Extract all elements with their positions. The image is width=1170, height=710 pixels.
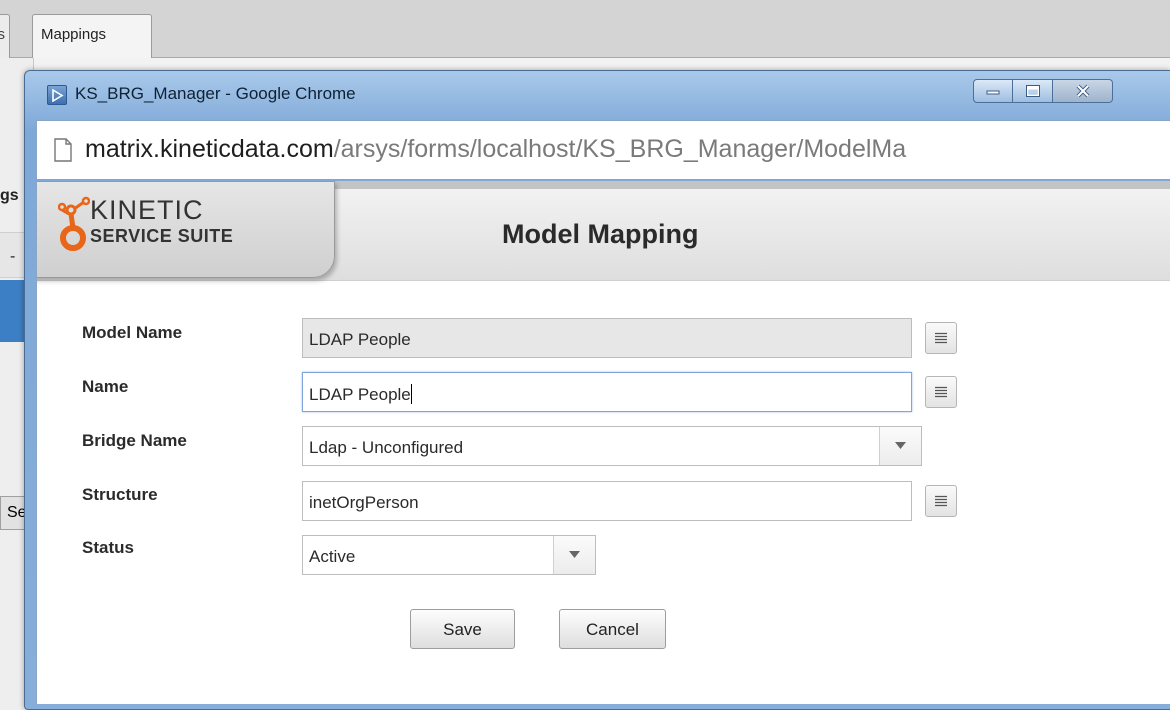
ks-header: KINETIC SERVICE SUITE Model Mapping (37, 181, 1170, 281)
background-tab-bar: s Mappings (0, 0, 1170, 58)
name-value: LDAP People (309, 385, 411, 404)
maximize-button[interactable] (1013, 79, 1053, 103)
status-selected: Active (309, 547, 356, 566)
name-menu-button[interactable] (925, 376, 957, 408)
app-icon (47, 85, 67, 105)
close-button[interactable] (1053, 79, 1113, 103)
url-path: /arsys/forms/localhost/KS_BRG_Manager/Mo… (333, 135, 907, 163)
menu-lines-icon (935, 386, 947, 398)
minimize-button[interactable] (973, 79, 1013, 103)
model-name-label: Model Name (82, 323, 183, 342)
name-field[interactable]: LDAP People (302, 372, 912, 412)
cancel-button[interactable]: Cancel (559, 609, 666, 649)
bridge-name-dropdown-arrow[interactable] (879, 427, 921, 465)
background-tab-mappings[interactable]: Mappings (32, 14, 152, 58)
url-domain: matrix.kineticdata.com (85, 135, 334, 163)
status-label: Status (82, 538, 134, 557)
page-icon (53, 138, 73, 167)
status-select[interactable]: Active (302, 535, 596, 575)
background-tab-previous-label: s (0, 26, 5, 43)
chevron-down-icon (569, 551, 580, 558)
kinetic-logo-icon (58, 196, 90, 251)
bridge-name-label: Bridge Name (82, 431, 187, 450)
url-text: matrix.kineticdata.com/arsys/forms/local… (85, 135, 906, 164)
bridge-name-selected: Ldap - Unconfigured (309, 438, 464, 457)
model-name-field[interactable]: LDAP People (302, 318, 912, 358)
brand-name-line2: SERVICE SUITE (90, 226, 234, 246)
address-bar[interactable]: matrix.kineticdata.com/arsys/forms/local… (36, 120, 1170, 180)
page-title: Model Mapping (502, 219, 699, 249)
background-tab-previous[interactable]: s (0, 14, 10, 58)
structure-menu-button[interactable] (925, 485, 957, 517)
model-name-menu-button[interactable] (925, 322, 957, 354)
background-dash-fragment: - (10, 248, 16, 265)
structure-value: inetOrgPerson (309, 493, 419, 512)
maximize-icon (1025, 85, 1040, 97)
window-titlebar[interactable]: KS_BRG_Manager - Google Chrome (25, 71, 1170, 119)
structure-field[interactable]: inetOrgPerson (302, 481, 912, 521)
text-caret (410, 384, 412, 404)
minimize-icon (986, 90, 1000, 95)
background-tab-mappings-label: Mappings (41, 26, 107, 43)
chevron-down-icon (895, 442, 906, 449)
bridge-name-select[interactable]: Ldap - Unconfigured (302, 426, 922, 466)
menu-lines-icon (935, 332, 947, 344)
menu-lines-icon (935, 495, 947, 507)
page-viewport: KINETIC SERVICE SUITE Model Mapping Mode… (36, 181, 1170, 704)
structure-label: Structure (82, 485, 158, 504)
close-icon (1076, 84, 1089, 98)
name-label: Name (82, 377, 129, 396)
brand-name-line1: KINETIC (90, 195, 204, 225)
chrome-popup-window: KS_BRG_Manager - Google Chrome matrix.ki… (24, 70, 1170, 710)
window-title: KS_BRG_Manager - Google Chrome (75, 84, 356, 103)
kinetic-logo: KINETIC SERVICE SUITE (37, 181, 335, 278)
model-name-value: LDAP People (309, 330, 411, 349)
save-button[interactable]: Save (410, 609, 515, 649)
background-heading-fragment: gs (0, 187, 19, 204)
status-dropdown-arrow[interactable] (553, 536, 595, 574)
